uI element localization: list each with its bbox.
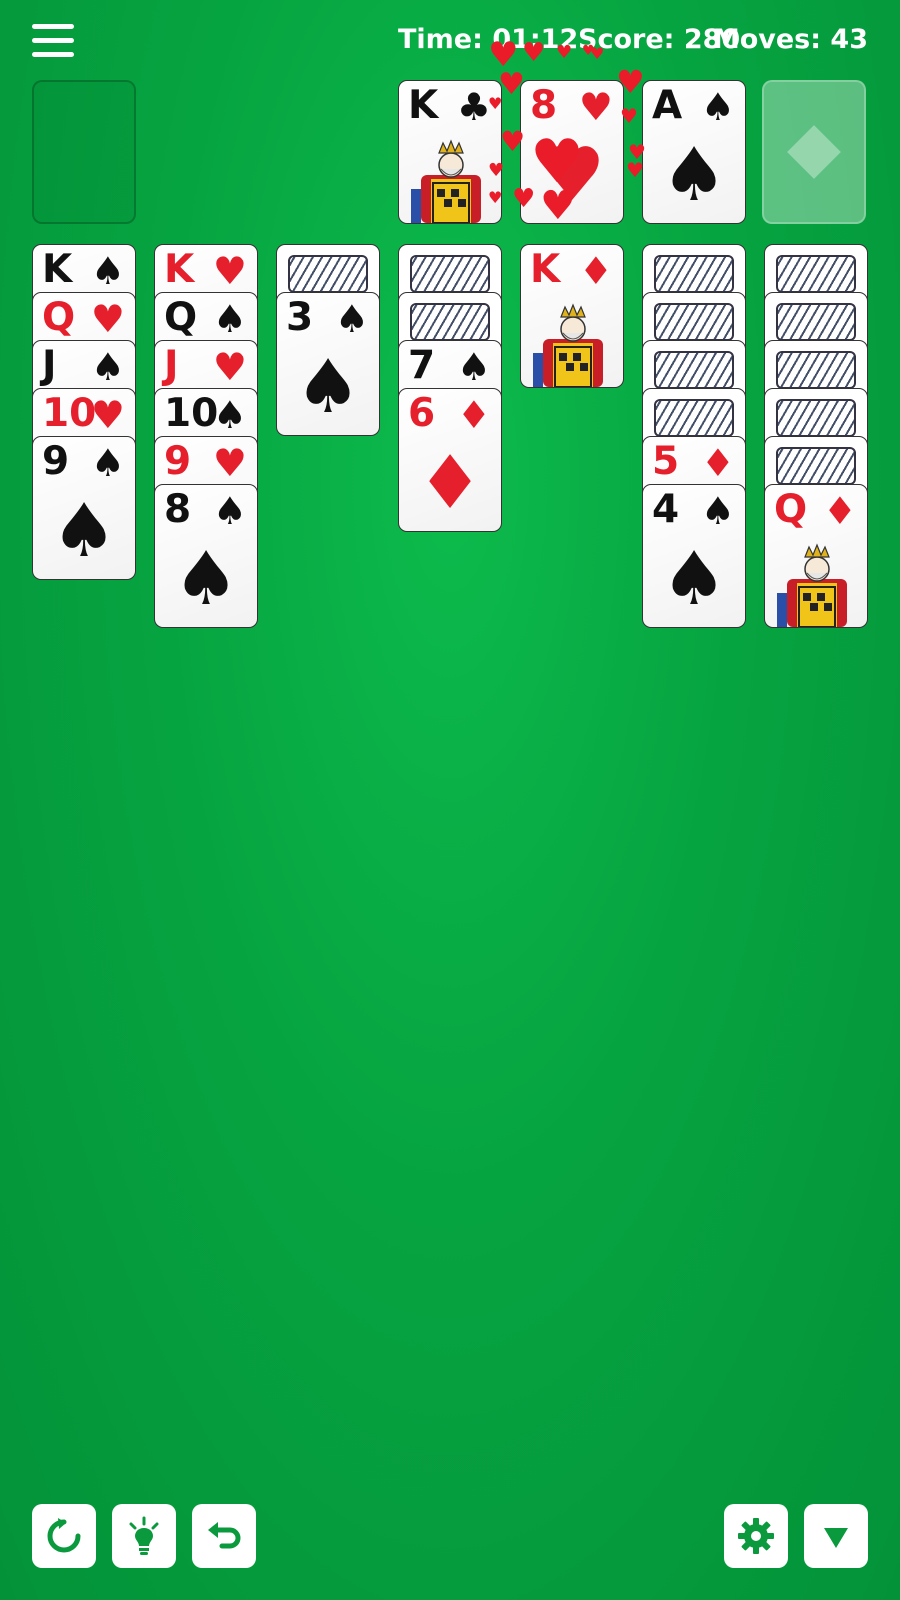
card-rank: K [408, 83, 439, 128]
spade-icon: ♠ [90, 249, 125, 293]
card-9-of-spades[interactable]: 9 ♠ ♠ [32, 436, 136, 580]
card-queen-of-diamonds[interactable]: Q ♦ [764, 484, 868, 628]
spade-icon: ♠ [212, 393, 247, 437]
card-rank: K [530, 247, 561, 292]
card-3-of-spades[interactable]: 3 ♠ ♠ [276, 292, 380, 436]
foundation-empty-slot[interactable] [762, 80, 866, 224]
card-rank: 10 [164, 391, 219, 436]
collapse-button[interactable] [804, 1504, 868, 1568]
heart-icon: ♥ [90, 393, 125, 437]
stock-pile-empty[interactable] [32, 80, 136, 224]
card-rank: 6 [408, 391, 436, 436]
spade-icon: ♠ [700, 85, 735, 129]
card-back-pattern [654, 255, 734, 293]
restart-icon [47, 1518, 81, 1553]
diamond-icon: ♦ [822, 489, 857, 533]
card-rank: J [42, 343, 57, 388]
card-rank: 7 [408, 343, 436, 388]
diamond-icon: ♦ [416, 440, 484, 526]
spade-icon: ♠ [660, 536, 728, 622]
diamond-icon: ♦ [700, 441, 735, 485]
undo-icon [208, 1522, 241, 1549]
court-card-portrait [769, 543, 863, 627]
card-8-of-spades[interactable]: 8 ♠ ♠ [154, 484, 258, 628]
card-rank: 8 [164, 487, 192, 532]
heart-icon: ♥ [90, 297, 125, 341]
spade-icon: ♠ [212, 489, 247, 533]
card-back-pattern [410, 303, 490, 341]
collapse-triangle-icon [824, 1528, 848, 1548]
card-rank: 5 [652, 439, 680, 484]
spade-icon: ♠ [334, 297, 369, 341]
undo-button[interactable] [192, 1504, 256, 1568]
card-rank: J [164, 343, 179, 388]
club-icon: ♣ [456, 85, 491, 129]
card-rank: 4 [652, 487, 680, 532]
card-6-of-diamonds[interactable]: 6 ♦ ♦ [398, 388, 502, 532]
hint-button[interactable] [112, 1504, 176, 1568]
card-rank: Q [774, 487, 808, 532]
spade-icon: ♠ [50, 488, 118, 574]
card-back-pattern [654, 351, 734, 389]
card-4-of-spades[interactable]: 4 ♠ ♠ [642, 484, 746, 628]
heart-icon: ♥ [212, 345, 247, 389]
card-ace-of-spades[interactable]: A ♠ ♠ [642, 80, 746, 224]
card-king-of-clubs[interactable]: K ♣ [398, 80, 502, 224]
card-back-pattern [776, 399, 856, 437]
card-back-pattern [654, 399, 734, 437]
hint-lightbulb-icon [129, 1516, 159, 1555]
card-rank: 3 [286, 295, 314, 340]
spade-icon: ♠ [294, 344, 362, 430]
card-back-pattern [776, 447, 856, 485]
card-rank: A [652, 83, 683, 128]
diamond-icon: ♦ [456, 393, 491, 437]
card-8-of-hearts[interactable]: 8 ♥ ♥ [520, 80, 624, 224]
spade-icon: ♠ [90, 345, 125, 389]
diamond-placeholder-icon [787, 125, 841, 179]
card-back-pattern [288, 255, 368, 293]
spade-icon: ♠ [172, 536, 240, 622]
heart-icon: ♥ [212, 441, 247, 485]
heart-icon: ♥ [578, 85, 613, 129]
spade-icon: ♠ [456, 345, 491, 389]
card-back-pattern [776, 303, 856, 341]
card-rank: 8 [530, 83, 558, 128]
menu-bar [32, 24, 74, 29]
menu-button[interactable] [32, 24, 74, 60]
card-back-pattern [776, 351, 856, 389]
menu-bar [32, 38, 74, 43]
card-rank: 9 [164, 439, 192, 484]
card-rank: K [42, 247, 73, 292]
menu-bar [32, 52, 74, 57]
card-rank: Q [164, 295, 198, 340]
restart-button[interactable] [32, 1504, 96, 1568]
card-back-pattern [776, 255, 856, 293]
spade-icon: ♠ [660, 132, 728, 218]
heart-icon: ♥ [538, 132, 606, 218]
spade-icon: ♠ [90, 441, 125, 485]
court-card-portrait [403, 139, 497, 223]
card-rank: Q [42, 295, 76, 340]
card-rank: 10 [42, 391, 97, 436]
card-rank: 9 [42, 439, 70, 484]
time-display: Time: 01:12 [398, 24, 579, 55]
card-king-of-diamonds[interactable]: K ♦ [520, 244, 624, 388]
settings-gear-icon [738, 1518, 774, 1554]
court-card-portrait [525, 303, 619, 387]
settings-button[interactable] [724, 1504, 788, 1568]
card-rank: K [164, 247, 195, 292]
card-back-pattern [654, 303, 734, 341]
spade-icon: ♠ [700, 489, 735, 533]
moves-display: Moves: 43 [712, 24, 868, 55]
heart-icon: ♥ [212, 249, 247, 293]
diamond-icon: ♦ [578, 249, 613, 293]
spade-icon: ♠ [212, 297, 247, 341]
card-back-pattern [410, 255, 490, 293]
